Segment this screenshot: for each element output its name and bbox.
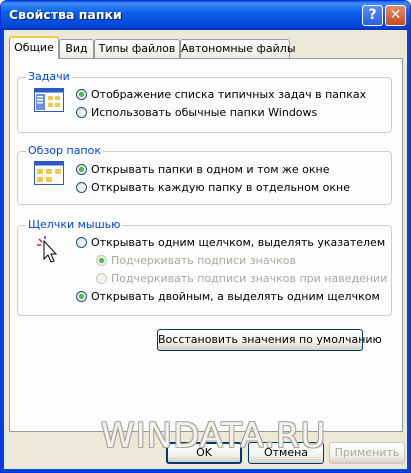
radio-single-click[interactable]: Открывать одним щелчком, выделять указат… [76, 236, 385, 249]
radio-show-common-tasks[interactable]: Отображение списка типичных задач в папк… [76, 88, 366, 101]
watermark: WINDATA.RU [101, 416, 327, 456]
radio-classic-folders[interactable]: Использовать обычные папки Windows [76, 106, 317, 119]
radio-label: Подчеркивать подписи значков при наведен… [111, 272, 388, 285]
radio-separate-window[interactable]: Открывать каждую папку в отдельном окне [76, 181, 350, 194]
window-title: Свойства папки [9, 7, 122, 22]
folder-options-dialog: Свойства папки ? ✕ Общие Вид Типы файлов… [0, 0, 411, 473]
close-button[interactable]: ✕ [385, 5, 406, 26]
tab-page-general: Задачи Отображение списка типичных задач… [9, 58, 403, 432]
tab-file-types[interactable]: Типы файлов [94, 39, 180, 58]
radio-indicator [96, 255, 107, 266]
radio-indicator [76, 182, 87, 193]
radio-underline-on-hover[interactable]: Подчеркивать подписи значков при наведен… [96, 272, 387, 285]
radio-indicator [76, 164, 87, 175]
radio-double-click[interactable]: Открывать двойным, а выделять одним щелч… [76, 290, 380, 303]
tasks-group-label: Задачи [26, 70, 72, 83]
tab-view[interactable]: Вид [59, 39, 94, 58]
radio-indicator [76, 107, 87, 118]
radio-label: Отображение списка типичных задач в папк… [91, 88, 367, 101]
browse-folders-group-label: Обзор папок [26, 144, 103, 157]
radio-label: Открывать папки в одном и том же окне [91, 163, 330, 176]
radio-label: Открывать одним щелчком, выделять указат… [91, 236, 386, 249]
restore-defaults-button[interactable]: Восстановить значения по умолчанию [157, 329, 382, 351]
radio-underline-always[interactable]: Подчеркивать подписи значков [96, 254, 296, 267]
task-pane-illustration-icon [34, 88, 64, 112]
radio-indicator [76, 89, 87, 100]
radio-label: Подчеркивать подписи значков [111, 254, 296, 267]
radio-label: Использовать обычные папки Windows [91, 106, 318, 119]
radio-indicator [96, 273, 107, 284]
mouse-clicks-group-label: Щелчки мышью [26, 218, 123, 231]
radio-indicator [76, 237, 87, 248]
tab-offline-files[interactable]: Автономные файлы [180, 39, 296, 58]
window-illustration-icon [34, 161, 64, 185]
radio-label: Открывать каждую папку в отдельном окне [91, 181, 350, 194]
radio-same-window[interactable]: Открывать папки в одном и том же окне [76, 163, 330, 176]
tab-general[interactable]: Общие [9, 36, 59, 59]
help-button[interactable]: ? [362, 5, 383, 26]
title-bar[interactable]: Свойства папки ? ✕ [1, 1, 410, 30]
tasks-group: Задачи [17, 70, 392, 133]
mouse-pointer-illustration-icon [37, 236, 58, 263]
window-border-bottom [1, 469, 410, 472]
radio-indicator [76, 291, 87, 302]
browse-folders-group: Обзор папок [17, 144, 392, 205]
window-border-left [1, 30, 4, 472]
apply-button[interactable]: Применить [329, 442, 405, 464]
window-border-right [407, 30, 410, 472]
radio-label: Открывать двойным, а выделять одним щелч… [91, 290, 380, 303]
